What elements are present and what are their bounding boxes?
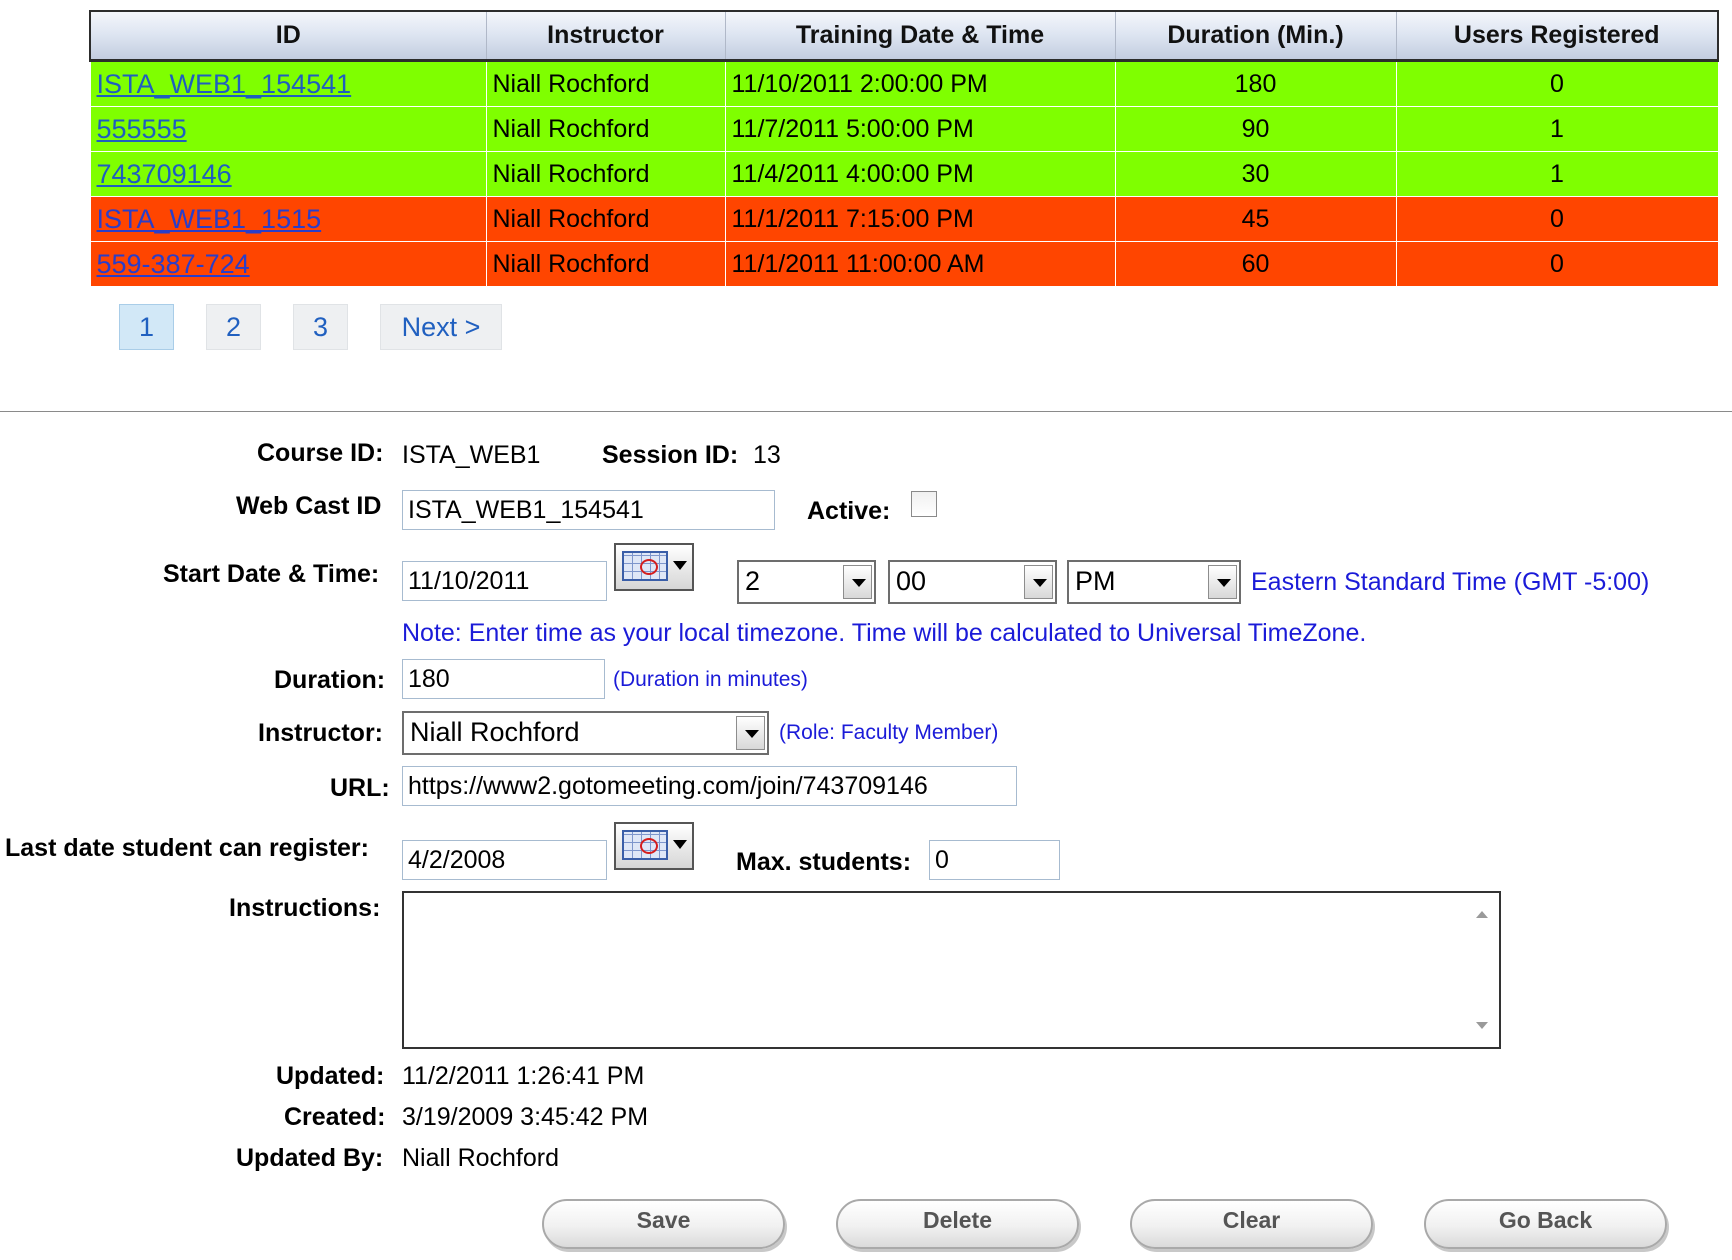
url-label: URL:	[330, 774, 390, 802]
session-id-link[interactable]: 559-387-724	[97, 249, 250, 279]
updated-label: Updated:	[276, 1062, 385, 1090]
page-3-button[interactable]: 3	[293, 304, 348, 350]
created-value: 3/19/2009 3:45:42 PM	[402, 1103, 649, 1131]
column-header-duration[interactable]: Duration (Min.)	[1114, 10, 1397, 62]
ampm-select[interactable]: PM	[1067, 560, 1241, 604]
cell-instructor: Niall Rochford	[485, 60, 726, 107]
instructor-select-value: Niall Rochford	[410, 717, 580, 747]
cell-users: 0	[1395, 241, 1719, 287]
duration-input[interactable]	[402, 659, 605, 699]
clear-button[interactable]: Clear	[1130, 1199, 1373, 1249]
start-date-calendar-button[interactable]	[614, 543, 694, 591]
page-2-button[interactable]: 2	[206, 304, 261, 350]
webcast-id-label: Web Cast ID	[236, 492, 382, 520]
minute-select-value: 00	[896, 566, 927, 596]
cell-duration: 180	[1114, 60, 1397, 107]
table-row: 559-387-724 Niall Rochford 11/1/2011 11:…	[89, 241, 1719, 287]
webcast-id-input[interactable]	[402, 490, 775, 530]
cell-duration: 45	[1114, 196, 1397, 242]
course-id-value: ISTA_WEB1	[402, 441, 541, 469]
session-id-link[interactable]: 555555	[97, 114, 187, 144]
last-register-date-input[interactable]	[402, 840, 607, 880]
calendar-icon	[622, 551, 668, 581]
chevron-down-icon	[1208, 565, 1237, 599]
url-input[interactable]	[402, 766, 1017, 806]
chevron-down-icon	[843, 565, 872, 599]
ampm-select-value: PM	[1075, 566, 1116, 596]
session-id-label: Session ID:	[602, 441, 739, 469]
max-students-label: Max. students:	[736, 848, 912, 876]
column-header-id[interactable]: ID	[89, 10, 487, 62]
timezone-note: Note: Enter time as your local timezone.…	[402, 619, 1367, 647]
hour-select-value: 2	[745, 566, 761, 596]
column-header-training-date[interactable]: Training Date & Time	[724, 10, 1116, 62]
session-id-value: 13	[753, 441, 781, 469]
cell-datetime: 11/4/2011 4:00:00 PM	[724, 151, 1116, 197]
next-page-button[interactable]: Next >	[380, 304, 502, 350]
sessions-table: ID Instructor Training Date & Time Durat…	[89, 10, 1719, 287]
page-1-button[interactable]: 1	[119, 304, 174, 350]
cell-duration: 30	[1114, 151, 1397, 197]
cell-duration: 90	[1114, 106, 1397, 152]
start-date-input[interactable]	[402, 561, 607, 601]
minute-select[interactable]: 00	[888, 560, 1057, 604]
last-register-calendar-button[interactable]	[614, 822, 694, 870]
updated-by-label: Updated By:	[236, 1144, 384, 1172]
cell-datetime: 11/1/2011 7:15:00 PM	[724, 196, 1116, 242]
scroll-down-icon[interactable]	[1476, 1022, 1488, 1029]
table-header-row: ID Instructor Training Date & Time Durat…	[89, 10, 1719, 62]
course-id-label: Course ID:	[257, 439, 384, 467]
instructions-label: Instructions:	[229, 894, 381, 922]
chevron-down-icon	[736, 716, 765, 750]
updated-value: 11/2/2011 1:26:41 PM	[402, 1062, 645, 1090]
hour-select[interactable]: 2	[737, 560, 876, 604]
table-row: ISTA_WEB1_1515 Niall Rochford 11/1/2011 …	[89, 196, 1719, 242]
session-id-link[interactable]: ISTA_WEB1_154541	[97, 69, 352, 99]
table-row: ISTA_WEB1_154541 Niall Rochford 11/10/20…	[89, 60, 1719, 107]
last-register-date-label: Last date student can register:	[5, 834, 369, 862]
cell-users: 1	[1395, 106, 1719, 152]
created-label: Created:	[284, 1103, 386, 1131]
cell-duration: 60	[1114, 241, 1397, 287]
calendar-icon	[622, 830, 668, 860]
start-datetime-label: Start Date & Time:	[163, 560, 380, 588]
column-header-instructor[interactable]: Instructor	[485, 10, 726, 62]
instructor-select[interactable]: Niall Rochford	[402, 711, 769, 755]
session-id-link[interactable]: 743709146	[97, 159, 232, 189]
dropdown-arrow-icon	[673, 840, 687, 849]
go-back-button[interactable]: Go Back	[1424, 1199, 1667, 1249]
column-header-users-registered[interactable]: Users Registered	[1395, 10, 1719, 62]
cell-users: 0	[1395, 60, 1719, 107]
section-divider	[0, 411, 1732, 412]
instructor-label: Instructor:	[258, 719, 383, 747]
table-row: 555555 Niall Rochford 11/7/2011 5:00:00 …	[89, 106, 1719, 152]
active-label: Active:	[807, 497, 891, 525]
cell-instructor: Niall Rochford	[485, 151, 726, 197]
cell-users: 0	[1395, 196, 1719, 242]
cell-datetime: 11/1/2011 11:00:00 AM	[724, 241, 1116, 287]
cell-instructor: Niall Rochford	[485, 196, 726, 242]
cell-users: 1	[1395, 151, 1719, 197]
delete-button[interactable]: Delete	[836, 1199, 1079, 1249]
cell-instructor: Niall Rochford	[485, 106, 726, 152]
table-row: 743709146 Niall Rochford 11/4/2011 4:00:…	[89, 151, 1719, 197]
timezone-text: Eastern Standard Time (GMT -5:00)	[1251, 568, 1650, 596]
instructions-textarea[interactable]	[402, 891, 1501, 1049]
cell-instructor: Niall Rochford	[485, 241, 726, 287]
cell-datetime: 11/10/2011 2:00:00 PM	[724, 60, 1116, 107]
active-checkbox[interactable]	[911, 491, 937, 517]
cell-datetime: 11/7/2011 5:00:00 PM	[724, 106, 1116, 152]
max-students-input[interactable]	[929, 840, 1060, 880]
instructor-role: (Role: Faculty Member)	[779, 721, 999, 744]
updated-by-value: Niall Rochford	[402, 1144, 560, 1172]
duration-hint: (Duration in minutes)	[613, 668, 808, 691]
duration-label: Duration:	[274, 666, 386, 694]
save-button[interactable]: Save	[542, 1199, 785, 1249]
chevron-down-icon	[1024, 565, 1053, 599]
instructions-scrollbar[interactable]	[1465, 893, 1499, 1047]
scroll-up-icon[interactable]	[1476, 911, 1488, 918]
dropdown-arrow-icon	[673, 561, 687, 570]
session-id-link[interactable]: ISTA_WEB1_1515	[97, 204, 322, 234]
